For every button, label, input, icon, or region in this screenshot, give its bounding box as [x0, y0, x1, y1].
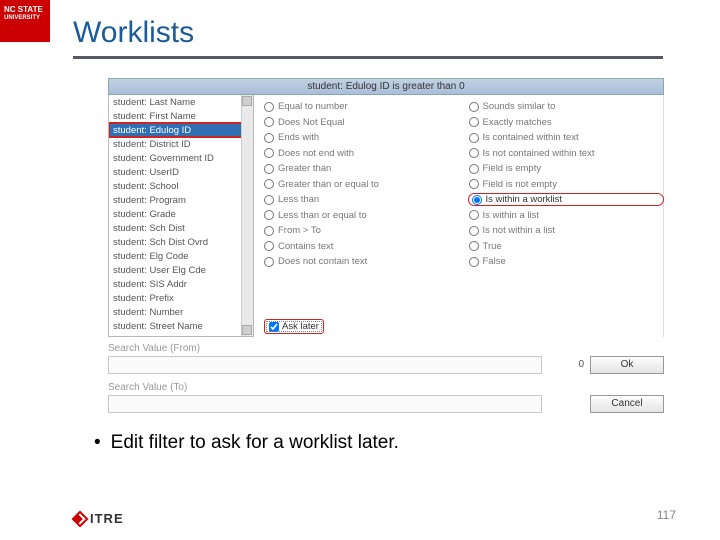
field-item[interactable]: student: District ID [109, 137, 253, 151]
page-number: 117 [657, 508, 676, 522]
itre-logo: ITRE [74, 511, 124, 526]
filter-dialog: student: Edulog ID is greater than 0 stu… [108, 78, 664, 408]
search-from-group: Search Value (From) 0 Ok [108, 343, 664, 374]
ncstate-logo: NC STATE UNIVERSITY [0, 0, 50, 42]
search-from-label: Search Value (From) [108, 343, 664, 354]
operator-radio[interactable]: Is contained within text [469, 132, 664, 143]
operator-radio[interactable]: Sounds similar to [469, 101, 664, 112]
field-item[interactable]: student: SIS Addr [109, 277, 253, 291]
field-item[interactable]: student: Street Name [109, 319, 253, 333]
operator-radio[interactable]: Does not end with [264, 148, 459, 159]
operator-radio[interactable]: True [469, 241, 664, 252]
operator-radio[interactable]: Is not within a list [469, 225, 664, 236]
ok-button[interactable]: Ok [590, 356, 664, 374]
search-to-group: Search Value (To) Cancel [108, 382, 664, 413]
bullet-text: •Edit filter to ask for a worklist later… [94, 432, 399, 454]
operator-panel: Equal to number Does Not Equal Ends with Do… [254, 95, 664, 337]
scroll-down-icon[interactable] [242, 325, 252, 335]
search-from-value: 0 [548, 359, 584, 370]
operator-radio[interactable]: Field is empty [469, 163, 664, 174]
field-item[interactable]: student: Number [109, 305, 253, 319]
field-listbox[interactable]: student: Last Namestudent: First Namestu… [108, 95, 254, 337]
filter-summary-bar: student: Edulog ID is greater than 0 [108, 78, 664, 95]
field-item[interactable]: student: School [109, 179, 253, 193]
field-item[interactable]: student: Edulog ID [109, 123, 253, 137]
operator-radio[interactable]: Greater than or equal to [264, 179, 459, 190]
search-from-input[interactable] [108, 356, 542, 374]
operator-radio[interactable]: Exactly matches [469, 117, 664, 128]
operator-radio[interactable]: Contains text [264, 241, 459, 252]
operator-radio[interactable]: Ends with [264, 132, 459, 143]
operator-radio[interactable]: From > To [264, 225, 459, 236]
field-item[interactable]: student: Government ID [109, 151, 253, 165]
field-item[interactable]: student: Last Name [109, 95, 253, 109]
slide-title: Worklists [73, 16, 194, 50]
operator-radio[interactable]: Greater than [264, 163, 459, 174]
operator-radio[interactable]: False [469, 256, 664, 267]
operator-radio[interactable]: Field is not empty [469, 179, 664, 190]
operator-radio[interactable]: Is within a worklist [469, 194, 664, 205]
field-item[interactable]: student: User Elg Cde [109, 263, 253, 277]
cancel-button[interactable]: Cancel [590, 395, 664, 413]
field-item[interactable]: student: Program [109, 193, 253, 207]
field-item[interactable]: student: Prefix [109, 291, 253, 305]
field-item[interactable]: student: First Name [109, 109, 253, 123]
operator-radio[interactable]: Is within a list [469, 210, 664, 221]
field-item[interactable]: student: Sch Dist [109, 221, 253, 235]
scroll-up-icon[interactable] [242, 96, 252, 106]
field-item[interactable]: student: UserID [109, 165, 253, 179]
operator-radio[interactable]: Is not contained within text [469, 148, 664, 159]
field-item[interactable]: student: Elg Code [109, 249, 253, 263]
search-to-label: Search Value (To) [108, 382, 664, 393]
operator-radio[interactable]: Does Not Equal [264, 117, 459, 128]
scrollbar[interactable] [241, 95, 253, 336]
operator-radio[interactable]: Does not contain text [264, 256, 459, 267]
field-item[interactable]: student: Grade [109, 207, 253, 221]
search-to-input[interactable] [108, 395, 542, 413]
operator-radio[interactable]: Less than [264, 194, 459, 205]
field-item[interactable]: student: Sch Dist Ovrd [109, 235, 253, 249]
operator-radio[interactable]: Equal to number [264, 101, 459, 112]
operator-radio[interactable]: Less than or equal to [264, 210, 459, 221]
diamond-icon [72, 510, 89, 527]
ask-later-checkbox[interactable]: Ask later [264, 319, 324, 334]
title-underline [73, 56, 663, 59]
